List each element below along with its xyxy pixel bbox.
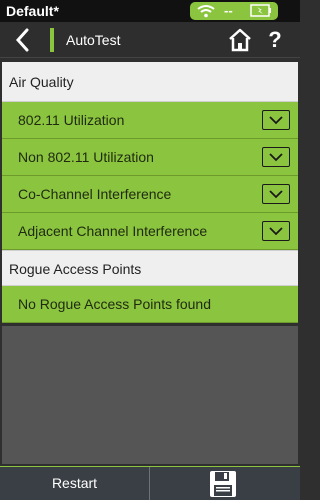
page-title: AutoTest [66,32,121,48]
expand-button[interactable] [262,221,290,241]
help-button[interactable]: ? [265,27,285,53]
back-button[interactable] [12,26,34,54]
rogue-status-message: No Rogue Access Points found [2,286,298,323]
list-item-label: 802.11 Utilization [18,112,125,128]
restart-button[interactable]: Restart [0,467,150,500]
list-item-non-80211-utilization[interactable]: Non 802.11 Utilization [2,139,298,176]
save-button[interactable] [150,467,300,500]
home-button[interactable] [228,27,252,53]
wifi-icon [197,4,215,23]
profile-name: Default* [6,3,59,19]
list-item-80211-utilization[interactable]: 802.11 Utilization [2,102,298,139]
expand-button[interactable] [262,184,290,204]
chevron-down-icon [269,116,283,125]
app-header: AutoTest ? [0,22,300,58]
list-item-label: Adjacent Channel Interference [18,223,208,239]
expand-button[interactable] [262,147,290,167]
list-item-co-channel-interference[interactable]: Co-Channel Interference [2,176,298,213]
save-floppy-icon [210,471,236,497]
list-item-label: Non 802.11 Utilization [18,149,154,165]
chevron-down-icon [269,153,283,162]
battery-charging-icon [250,4,272,22]
signal-text: -- [224,3,233,18]
section-header-air-quality: Air Quality [2,62,298,102]
back-chevron-icon [15,28,29,52]
empty-content-area [2,326,298,464]
list-item-label: Co-Channel Interference [18,186,172,202]
home-icon [229,28,251,52]
status-indicator: -- [190,2,278,20]
status-bar: Default* -- [0,0,300,22]
expand-button[interactable] [262,110,290,130]
bottom-toolbar: Restart [0,466,300,500]
list-item-adjacent-channel-interference[interactable]: Adjacent Channel Interference [2,213,298,250]
section-header-rogue-access-points: Rogue Access Points [2,250,298,286]
header-divider [50,28,54,52]
chevron-down-icon [269,227,283,236]
chevron-down-icon [269,190,283,199]
autotest-results: Air Quality 802.11 Utilization Non 802.1… [2,62,298,323]
